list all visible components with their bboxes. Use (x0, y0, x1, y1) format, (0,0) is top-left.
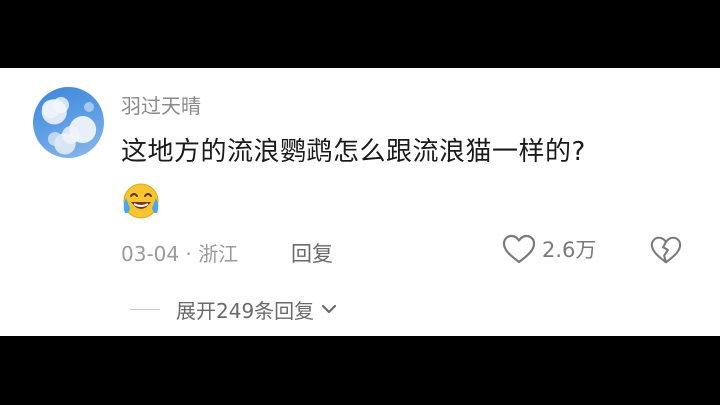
reply-button[interactable]: 回复 (291, 238, 333, 268)
video-frame: 羽过天晴 这地方的流浪鹦鹉怎么跟流浪猫一样的? 03-04 · 浙江 回复 2.… (0, 0, 720, 405)
like-count: 2.6万 (542, 238, 597, 262)
dislike-button[interactable] (650, 234, 682, 266)
avatar-sky-clouds-image (42, 97, 94, 146)
comment-date-location: 03-04 · 浙江 (121, 242, 239, 266)
expand-replies-label: 展开249条回复 (176, 298, 315, 323)
avatar[interactable] (33, 87, 104, 158)
crying-laughing-emoji (120, 180, 162, 222)
chevron-down-icon (322, 304, 337, 314)
divider-line (130, 308, 160, 310)
heart-outline-icon (502, 234, 536, 264)
username[interactable]: 羽过天晴 (121, 90, 201, 119)
expand-replies-button[interactable]: 展开249条回复 (130, 294, 338, 324)
comment-card: 羽过天晴 这地方的流浪鹦鹉怎么跟流浪猫一样的? 03-04 · 浙江 回复 2.… (0, 68, 720, 336)
broken-heart-icon (650, 236, 682, 264)
comment-text: 这地方的流浪鹦鹉怎么跟流浪猫一样的? (121, 137, 586, 167)
like-button[interactable]: 2.6万 (502, 232, 596, 266)
